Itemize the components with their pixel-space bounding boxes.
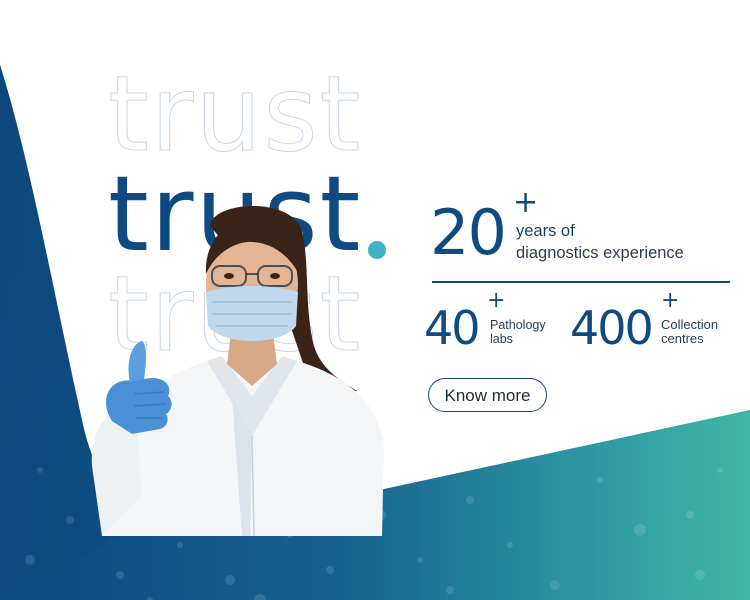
stats-divider [432, 281, 730, 283]
know-more-button[interactable]: Know more [428, 378, 547, 412]
labs-caption-line1: Pathology [490, 318, 546, 332]
centres-caption-line2: centres [661, 331, 704, 346]
trust-outline-top: trust [107, 53, 363, 175]
doctor-thumbs-up-image [91, 206, 384, 536]
years-plus-sign: + [513, 185, 539, 220]
centres-stat-number: 400 [570, 301, 654, 355]
labs-stat-number: 40 [424, 301, 481, 355]
centres-plus-sign: + [661, 288, 680, 313]
years-caption-line2: diagnostics experience [516, 244, 684, 262]
years-caption-line1: years of [516, 222, 575, 240]
labs-plus-sign: + [487, 288, 506, 313]
hero-banner: trust trust trust 20 + years of diagnost… [0, 0, 750, 600]
labs-caption-line2: labs [490, 332, 513, 346]
years-stat-number: 20 [430, 196, 507, 269]
